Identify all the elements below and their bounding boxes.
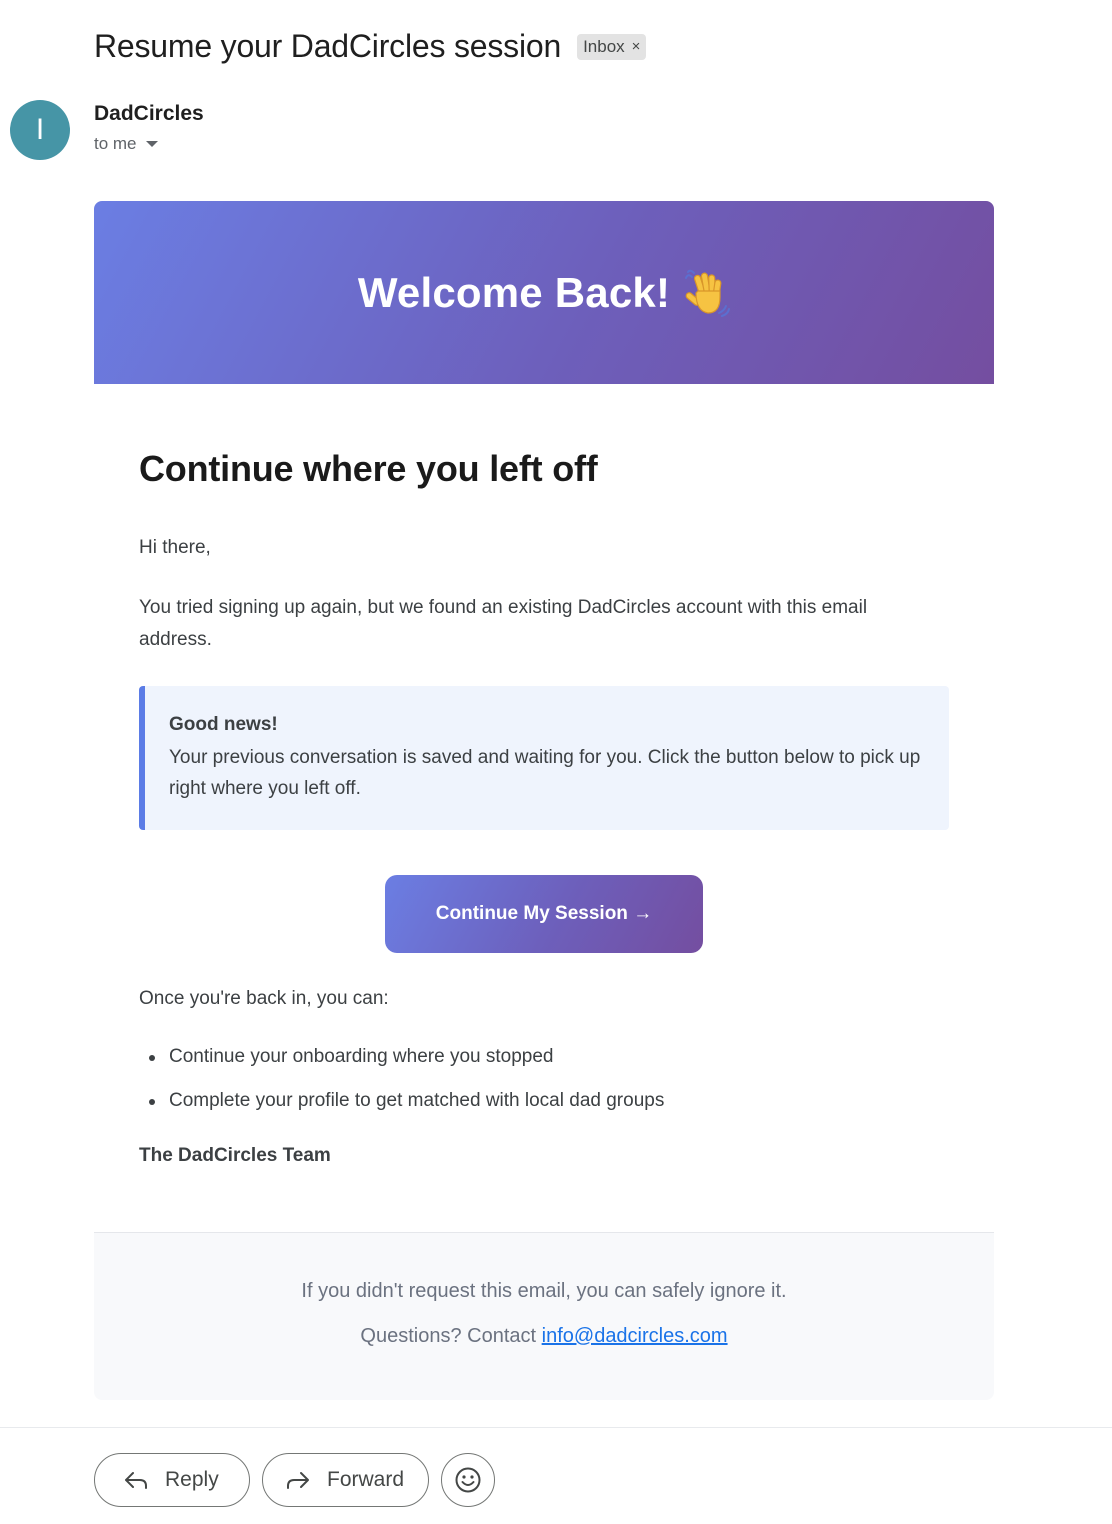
contact-email-link[interactable]: info@dadcircles.com: [542, 1325, 728, 1347]
forward-icon: [287, 1472, 309, 1489]
email-footer: If you didn't request this email, you ca…: [94, 1232, 994, 1400]
list-item: Complete your profile to get matched wit…: [139, 1087, 949, 1115]
email-body: Welcome Back! Continue where you left of…: [94, 201, 994, 1167]
continue-session-button[interactable]: Continue My Session →: [385, 875, 703, 953]
callout-title: Good news!: [169, 714, 278, 735]
callout-text: Your previous conversation is saved and …: [169, 747, 921, 799]
once-back-text: Once you're back in, you can:: [139, 988, 389, 1009]
message-actions: Reply Forward: [94, 1453, 495, 1507]
good-news-callout: Good news! Your previous conversation is…: [139, 686, 949, 830]
reply-label: Reply: [165, 1468, 219, 1491]
intro-text: You tried signing up again, but we found…: [139, 597, 868, 650]
greeting-text: Hi there,: [139, 537, 211, 558]
label-text: Inbox: [583, 36, 625, 56]
content-heading: Continue where you left off: [139, 448, 598, 489]
signature: The DadCircles Team: [139, 1145, 331, 1166]
cta-wrapper: Continue My Session →: [139, 875, 949, 953]
sender-avatar[interactable]: I: [10, 100, 70, 160]
sender-name[interactable]: DadCircles: [94, 102, 204, 126]
forward-label: Forward: [327, 1468, 405, 1491]
hero-banner: Welcome Back!: [94, 201, 994, 384]
chevron-down-icon[interactable]: [145, 141, 158, 147]
inbox-label-chip[interactable]: Inbox ×: [577, 33, 647, 60]
smiley-icon: [455, 1467, 481, 1493]
benefits-list: Continue your onboarding where you stopp…: [139, 1043, 949, 1115]
ignore-notice: If you didn't request this email, you ca…: [301, 1280, 787, 1302]
subject-row: Resume your DadCircles session Inbox ×: [94, 28, 647, 65]
hero-title: Welcome Back!: [357, 268, 671, 316]
emoji-reaction-button[interactable]: [441, 1453, 495, 1507]
reply-icon: [125, 1472, 147, 1489]
email-subject: Resume your DadCircles session: [94, 28, 562, 64]
forward-button[interactable]: Forward: [262, 1453, 429, 1507]
reply-button[interactable]: Reply: [94, 1453, 250, 1507]
email-content: Continue where you left off Hi there, Yo…: [94, 384, 994, 1167]
recipient-details-toggle[interactable]: to me: [94, 134, 158, 154]
divider: [0, 1427, 1112, 1428]
waving-hand-icon: [685, 269, 731, 317]
list-item: Continue your onboarding where you stopp…: [139, 1043, 949, 1071]
contact-line: Questions? Contact info@dadcircles.com: [94, 1325, 994, 1348]
remove-label-icon[interactable]: ×: [632, 38, 641, 55]
recipient-text: to me: [94, 134, 137, 153]
contact-prefix: Questions? Contact: [360, 1325, 542, 1347]
